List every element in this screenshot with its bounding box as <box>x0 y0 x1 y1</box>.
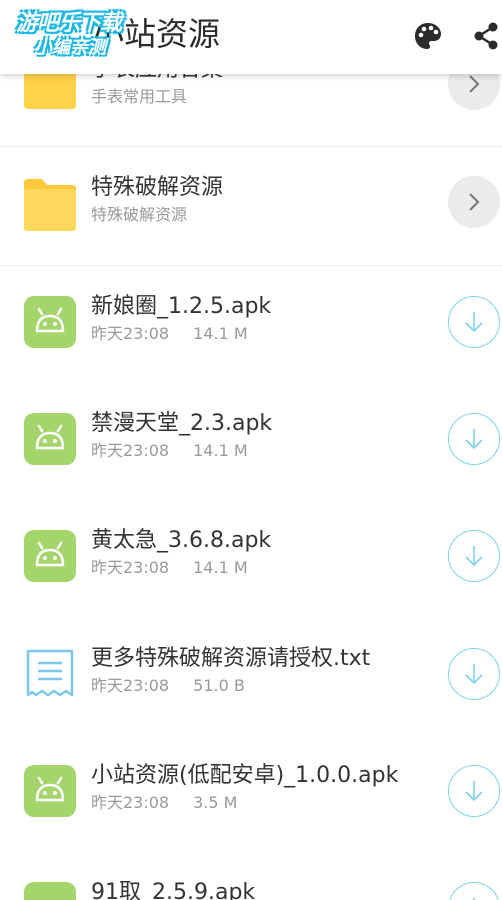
item-name: 禁漫天堂_2.3.apk <box>91 411 273 436</box>
download-button[interactable] <box>448 765 500 817</box>
item-size: 14.1 M <box>193 558 248 577</box>
item-name: 更多特殊破解资源请授权.txt <box>91 646 371 671</box>
item-time: 昨天23:08 <box>91 324 170 343</box>
share-button[interactable] <box>466 16 502 56</box>
download-arrow-icon <box>465 664 483 685</box>
item-name: 特殊破解资源 <box>91 175 224 200</box>
item-subtitle: 手表常用工具 <box>91 87 188 106</box>
palette-icon <box>415 23 441 49</box>
item-subtitle: 特殊破解资源 <box>91 205 188 224</box>
item-meta: 昨天23:08 14.1 M <box>91 558 248 578</box>
android-icon <box>24 530 76 582</box>
list-item-folder[interactable]: 特殊破解资源 特殊破解资源 <box>0 147 502 265</box>
item-size: 3.5 M <box>193 793 238 812</box>
item-name: 91取_2.5.9.apk <box>91 880 256 900</box>
chevron-right-icon <box>469 75 480 93</box>
list-item-file[interactable]: 黄太急_3.6.8.apk 昨天23:08 14.1 M <box>0 500 502 618</box>
item-name: 小站资源(低配安卓)_1.0.0.apk <box>91 763 399 788</box>
item-time: 昨天23:08 <box>91 676 170 695</box>
item-meta: 昨天23:08 3.5 M <box>91 793 237 813</box>
download-arrow-icon <box>465 781 483 802</box>
download-button[interactable] <box>448 296 500 348</box>
android-icon <box>24 413 76 465</box>
watermark: 游吧乐下载 小编亲测 <box>8 10 142 62</box>
item-meta: 昨天23:08 14.1 M <box>91 324 248 344</box>
list-item-file[interactable]: 小站资源(低配安卓)_1.0.0.apk 昨天23:08 3.5 M <box>0 735 502 852</box>
download-arrow-icon <box>473 898 475 900</box>
list-item-file[interactable]: 更多特殊破解资源请授权.txt 昨天23:08 51.0 B <box>0 618 502 735</box>
download-button[interactable] <box>448 882 500 900</box>
item-time: 昨天23:08 <box>91 558 170 577</box>
item-size: 51.0 B <box>193 676 245 695</box>
open-folder-button[interactable] <box>448 176 500 228</box>
item-time: 昨天23:08 <box>91 441 170 460</box>
item-size: 14.1 M <box>193 324 248 343</box>
share-icon <box>474 22 498 50</box>
item-size: 14.1 M <box>193 441 248 460</box>
download-arrow-icon <box>465 429 483 450</box>
android-icon <box>24 765 76 817</box>
list-item-file[interactable]: 新娘圈_1.2.5.apk 昨天23:08 14.1 M <box>0 266 502 383</box>
list-item-file[interactable]: 91取_2.5.9.apk <box>0 852 502 900</box>
list-item-file[interactable]: 禁漫天堂_2.3.apk 昨天23:08 14.1 M <box>0 383 502 500</box>
text-file-icon <box>26 649 74 697</box>
item-name: 黄太急_3.6.8.apk <box>91 528 272 553</box>
item-meta: 昨天23:08 51.0 B <box>91 676 245 696</box>
download-button[interactable] <box>448 648 500 700</box>
item-time: 昨天23:08 <box>91 793 170 812</box>
chevron-right-icon <box>469 193 480 211</box>
download-arrow-icon <box>465 312 483 333</box>
android-icon <box>24 296 76 348</box>
watermark-line2: 小编亲测 <box>34 37 106 58</box>
item-meta: 昨天23:08 14.1 M <box>91 441 248 461</box>
item-name: 新娘圈_1.2.5.apk <box>91 294 272 319</box>
watermark-line1: 游吧乐下载 <box>16 11 122 36</box>
download-arrow-icon <box>465 546 483 567</box>
folder-icon <box>24 179 76 231</box>
theme-button[interactable] <box>408 16 448 56</box>
download-button[interactable] <box>448 530 500 582</box>
file-list: 手表应用合集 手表常用工具 特殊破解资源 特殊破解资源 新娘圈_1.2.5.ap… <box>0 0 502 900</box>
android-icon <box>24 882 76 900</box>
download-button[interactable] <box>448 413 500 465</box>
